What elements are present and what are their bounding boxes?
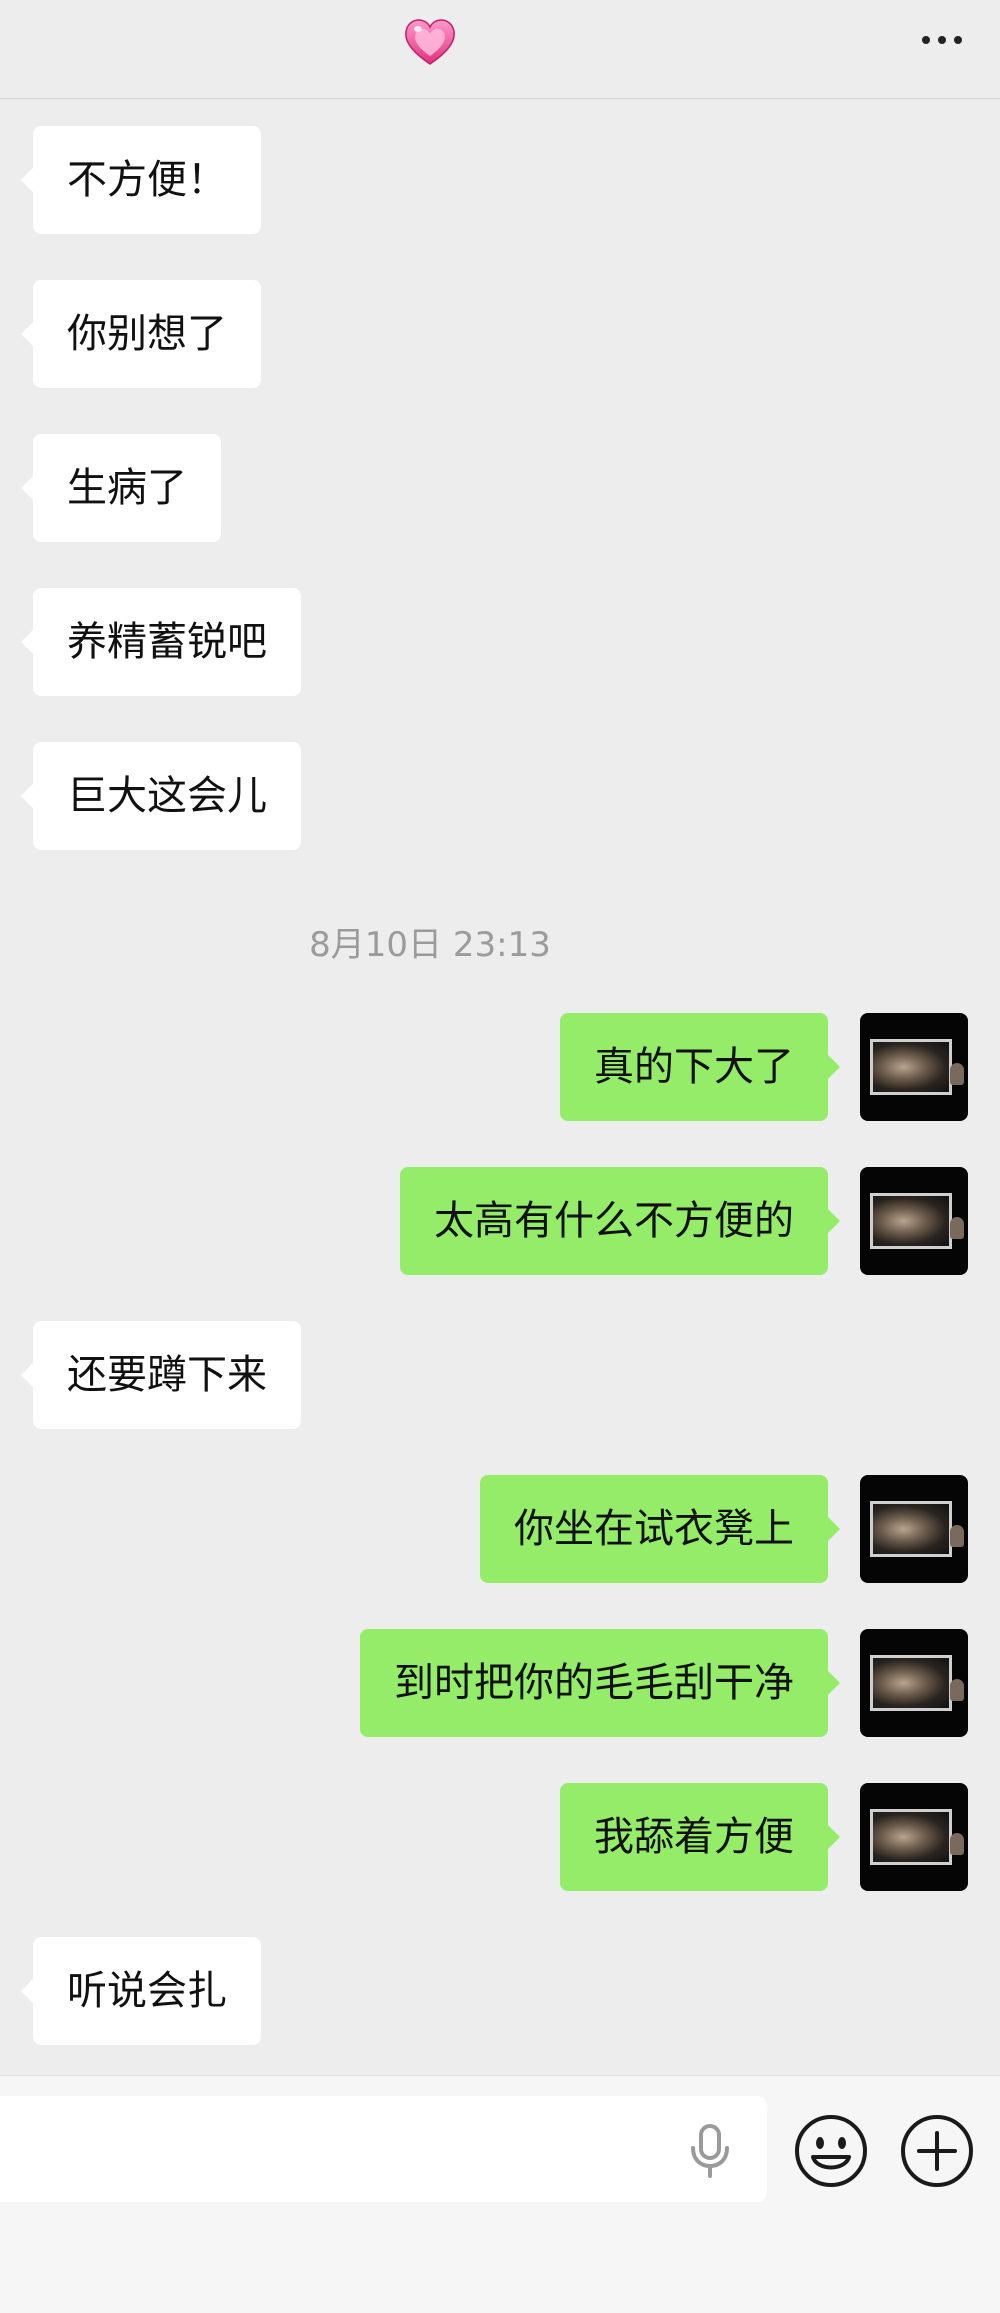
message-row: 听说会扎 [0,1937,1000,2045]
chat-screen: 不方便！ 你别想了 生病了 养精蓄锐吧 巨大这会儿 8月10日 23:13 真的… [0,0,1000,2313]
message-row: 你坐在试衣凳上 [0,1475,1000,1583]
message-row: 生病了 [0,434,1000,542]
message-timestamp: 8月10日 23:13 [309,925,551,965]
plus-icon[interactable] [899,2113,975,2189]
incoming-message-bubble[interactable]: 生病了 [21,434,221,542]
outgoing-message-bubble[interactable]: 到时把你的毛毛刮干净 [360,1629,840,1737]
outgoing-message-bubble[interactable]: 真的下大了 [560,1013,840,1121]
incoming-message-bubble[interactable]: 巨大这会儿 [21,742,301,850]
message-input[interactable] [20,2096,664,2204]
avatar-image [870,1655,952,1711]
message-row: 巨大这会儿 [0,742,1000,850]
message-row: 你别想了 [0,280,1000,388]
incoming-message-bubble[interactable]: 不方便！ [21,126,261,234]
avatar-figure [950,1217,964,1239]
avatar-image [870,1809,952,1865]
message-row: 真的下大了 [0,1013,1000,1121]
avatar-figure [950,1525,964,1547]
avatar[interactable] [860,1167,968,1275]
avatar-image [870,1501,952,1557]
message-row: 还要蹲下来 [0,1321,1000,1429]
more-options-icon-dot [954,36,962,44]
message-input-box[interactable] [0,2096,767,2204]
incoming-message-bubble[interactable]: 听说会扎 [21,1937,261,2045]
message-row: 我舔着方便 [0,1783,1000,1891]
incoming-message-bubble[interactable]: 养精蓄锐吧 [21,588,301,696]
message-row: 太高有什么不方便的 [0,1167,1000,1275]
avatar-image [870,1193,952,1249]
avatar[interactable] [860,1783,968,1891]
incoming-message-bubble[interactable]: 还要蹲下来 [21,1321,301,1429]
more-options-button[interactable] [914,28,970,52]
outgoing-message-bubble[interactable]: 太高有什么不方便的 [400,1167,840,1275]
microphone-icon[interactable] [685,2124,735,2178]
chat-header [0,0,1000,99]
more-options-icon [922,36,930,44]
avatar[interactable] [860,1013,968,1121]
avatar-image [870,1039,952,1095]
avatar[interactable] [860,1629,968,1737]
message-row: 不方便！ [0,126,1000,234]
heart-icon [405,19,455,65]
avatar[interactable] [860,1475,968,1583]
avatar-figure [950,1063,964,1085]
avatar-figure [950,1833,964,1855]
avatar-figure [950,1679,964,1701]
input-bar [0,2075,1000,2313]
outgoing-message-bubble[interactable]: 你坐在试衣凳上 [480,1475,840,1583]
more-options-icon-dot [938,36,946,44]
message-row: 养精蓄锐吧 [0,588,1000,696]
incoming-message-bubble[interactable]: 你别想了 [21,280,261,388]
outgoing-message-bubble[interactable]: 我舔着方便 [560,1783,840,1891]
emoji-icon[interactable] [793,2113,869,2189]
message-row: 到时把你的毛毛刮干净 [0,1629,1000,1737]
